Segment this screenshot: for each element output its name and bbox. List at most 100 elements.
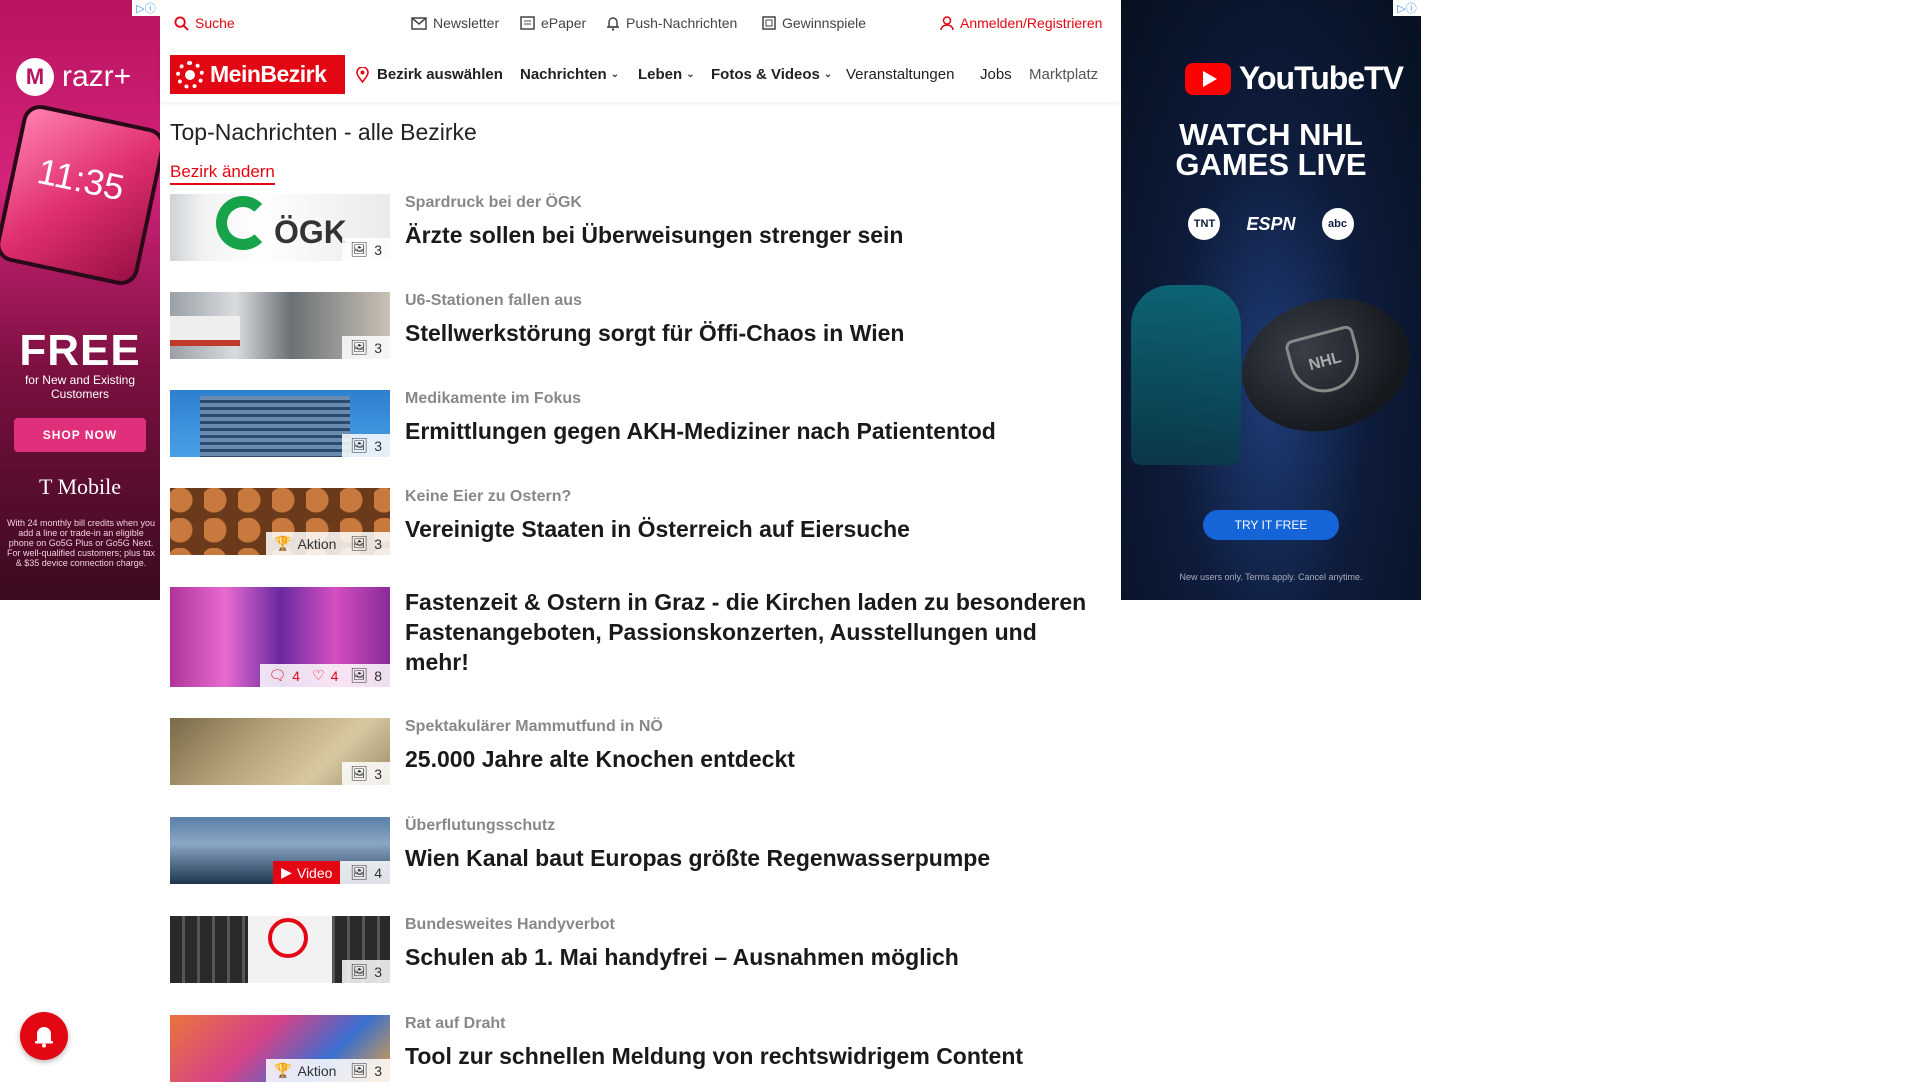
article-thumbnail[interactable]: 🖼 3 bbox=[170, 390, 390, 457]
newsletter-link[interactable]: Newsletter bbox=[411, 15, 499, 31]
ad-fine-print: New users only. Terms apply. Cancel anyt… bbox=[1179, 572, 1363, 582]
epaper-link[interactable]: ePaper bbox=[520, 15, 586, 31]
search-icon bbox=[174, 15, 189, 31]
oegk-logo-icon bbox=[216, 196, 270, 250]
photo-icon: 🖼 bbox=[350, 1062, 369, 1078]
meinbezirk-logo[interactable]: MeinBezirk bbox=[170, 55, 345, 94]
try-it-free-button[interactable]: TRY IT FREE bbox=[1203, 510, 1339, 540]
gift-icon bbox=[762, 16, 776, 30]
article-title[interactable]: Wien Kanal baut Europas größte Regenwass… bbox=[405, 843, 1105, 873]
chevron-down-icon: ⌄ bbox=[823, 69, 833, 80]
article-thumbnail[interactable]: 🖼 3 bbox=[170, 292, 390, 359]
login-label: Anmelden/Registrieren bbox=[960, 15, 1103, 31]
article-item[interactable]: 🖼 3 Spektakulärer Mammutfund in NÖ 25.000… bbox=[170, 718, 1110, 788]
push-link[interactable]: Push-Nachrichten bbox=[606, 15, 737, 31]
article-item[interactable]: 🏆 Aktion 🖼 3 Rat auf Draht Tool zur schnel… bbox=[170, 1015, 1110, 1085]
photo-count: 3 bbox=[374, 535, 382, 552]
hockey-player-image bbox=[1131, 285, 1241, 465]
article-item[interactable]: 🖼 3 Bundesweites Handyverbot Schulen ab 1… bbox=[170, 916, 1110, 986]
article-item[interactable]: ÖGK 🖼 3 Spardruck bei der ÖGK Ärzte solle… bbox=[170, 194, 1110, 264]
article-thumbnail[interactable]: 🖼 3 bbox=[170, 916, 390, 983]
article-item[interactable]: 🖼 3 U6-Stationen fallen aus Stellwerkstör… bbox=[170, 292, 1110, 362]
espn-logo-icon: ESPN bbox=[1246, 213, 1296, 234]
shop-now-button[interactable]: SHOP NOW bbox=[14, 418, 146, 452]
nav-item-jobs[interactable]: Jobs bbox=[980, 66, 1012, 83]
login-link[interactable]: Anmelden/Registrieren bbox=[940, 15, 1102, 31]
media-badge: 🖼 3 bbox=[342, 238, 390, 261]
ad-headline-line: GAMES LIVE bbox=[1175, 147, 1367, 182]
heart-icon: ♡ bbox=[312, 667, 325, 683]
nhl-logo-icon: NHL bbox=[1283, 324, 1367, 401]
main-navigation: MeinBezirk Bezirk auswählen Nachrichten ⌄… bbox=[160, 46, 1121, 102]
right-ad-banner[interactable]: ▷ⓘ YouTubeTV WATCH NHL GAMES LIVE TNT ES… bbox=[1121, 0, 1421, 600]
article-kicker: Überflutungsschutz bbox=[405, 817, 556, 834]
nav-item-label: Nachrichten bbox=[520, 66, 607, 83]
trophy-icon: 🏆 bbox=[274, 1062, 292, 1078]
media-badge: 🗨 4 ♡ 4 🖼 8 bbox=[260, 664, 390, 687]
change-bezirk-link[interactable]: Bezirk ändern bbox=[170, 162, 275, 185]
notification-bell-button[interactable] bbox=[20, 1012, 68, 1060]
article-thumbnail[interactable]: ÖGK 🖼 3 bbox=[170, 194, 390, 261]
article-item[interactable]: 🗨 4 ♡ 4 🖼 8 Fastenzeit & Ostern in Graz - d… bbox=[170, 587, 1110, 687]
video-label: Video bbox=[296, 864, 333, 881]
article-title[interactable]: Fastenzeit & Ostern in Graz - die Kirche… bbox=[405, 587, 1105, 677]
ad-brand-text: razr+ bbox=[62, 60, 132, 93]
network-logos: TNT ESPN abc bbox=[1121, 208, 1421, 240]
article-title[interactable]: Stellwerkstörung sorgt für Öffi-Chaos in… bbox=[405, 318, 1105, 348]
article-item[interactable]: 🖼 3 Medikamente im Fokus Ermittlungen geg… bbox=[170, 390, 1110, 460]
left-ad-banner[interactable]: ▷ⓘ M razr+ 11:35 FREE for New and Existi… bbox=[0, 0, 160, 600]
article-kicker: Keine Eier zu Ostern? bbox=[405, 488, 572, 505]
ad-fine-print: With 24 monthly bill credits when you ad… bbox=[6, 518, 156, 568]
article-thumbnail[interactable]: 🖼 3 bbox=[170, 718, 390, 785]
main-column: Suche Newsletter ePaper Push-Nachrichten… bbox=[160, 0, 1121, 1082]
epaper-label: ePaper bbox=[541, 15, 587, 31]
article-title[interactable]: Schulen ab 1. Mai handyfrei – Ausnahmen … bbox=[405, 942, 1105, 972]
top-utility-bar: Suche Newsletter ePaper Push-Nachrichten… bbox=[160, 0, 1121, 46]
article-title[interactable]: Ärzte sollen bei Überweisungen strenger … bbox=[405, 220, 1105, 250]
photo-icon: 🖼 bbox=[350, 667, 369, 683]
article-item[interactable]: ▶ Video 🖼 4 Überflutungsschutz Wien Kanal … bbox=[170, 817, 1110, 887]
article-title[interactable]: Vereinigte Staaten in Österreich auf Eie… bbox=[405, 514, 1105, 544]
play-icon: ▶ bbox=[281, 864, 292, 880]
gewinnspiele-link[interactable]: Gewinnspiele bbox=[762, 15, 866, 31]
photo-icon: 🖼 bbox=[350, 963, 369, 979]
article-title[interactable]: Ermittlungen gegen AKH-Mediziner nach Pa… bbox=[405, 416, 1105, 446]
media-badge: 🖼 3 bbox=[342, 434, 390, 457]
nav-item-label: Leben bbox=[638, 66, 683, 83]
nav-item-fotos-videos[interactable]: Fotos & Videos ⌄ bbox=[711, 66, 832, 83]
trophy-icon: 🏆 bbox=[274, 535, 292, 551]
article-title[interactable]: 25.000 Jahre alte Knochen entdeckt bbox=[405, 744, 1105, 774]
article-title[interactable]: Tool zur schnellen Meldung von rechtswid… bbox=[405, 1041, 1105, 1071]
location-pin-icon bbox=[356, 66, 369, 83]
article-thumbnail[interactable]: 🏆 Aktion 🖼 3 bbox=[170, 1015, 390, 1082]
bezirk-select[interactable]: Bezirk auswählen bbox=[356, 66, 503, 83]
youtube-play-icon bbox=[1185, 62, 1231, 95]
article-item[interactable]: 🏆 Aktion 🖼 3 Keine Eier zu Ostern? Vereini… bbox=[170, 488, 1110, 558]
video-badge: ▶ Video bbox=[273, 861, 341, 884]
nav-item-label: Veranstaltungen bbox=[846, 66, 955, 83]
phone-image: 11:35 bbox=[0, 101, 160, 289]
article-thumbnail[interactable]: 🗨 4 ♡ 4 🖼 8 bbox=[170, 587, 390, 687]
bell-icon bbox=[35, 1027, 53, 1048]
nav-item-leben[interactable]: Leben ⌄ bbox=[638, 66, 695, 83]
photo-count: 3 bbox=[374, 765, 382, 782]
media-badge: 🏆 Aktion 🖼 3 bbox=[266, 532, 390, 555]
hospital-building-image bbox=[200, 396, 350, 457]
nav-item-label: Jobs bbox=[980, 66, 1012, 83]
adchoices-icon[interactable]: ▷ⓘ bbox=[1393, 0, 1421, 16]
article-thumbnail[interactable]: ▶ Video 🖼 4 bbox=[170, 817, 390, 884]
search-link[interactable]: Suche bbox=[174, 15, 235, 31]
tnt-logo-icon: TNT bbox=[1188, 208, 1221, 240]
article-kicker: Bundesweites Handyverbot bbox=[405, 916, 615, 933]
photo-count: 8 bbox=[374, 667, 382, 684]
nav-item-marktplatz[interactable]: Marktplatz bbox=[1029, 66, 1117, 83]
ad-brand: M razr+ bbox=[16, 58, 131, 96]
nav-item-nachrichten[interactable]: Nachrichten ⌄ bbox=[520, 66, 619, 83]
newsletter-label: Newsletter bbox=[433, 15, 500, 31]
push-label: Push-Nachrichten bbox=[626, 15, 738, 31]
article-thumbnail[interactable]: 🏆 Aktion 🖼 3 bbox=[170, 488, 390, 555]
adchoices-icon[interactable]: ▷ⓘ bbox=[132, 0, 160, 16]
youtube-tv-logo: YouTubeTV bbox=[1185, 60, 1404, 97]
photo-icon: 🖼 bbox=[350, 241, 369, 257]
nav-item-veranstaltungen[interactable]: Veranstaltungen bbox=[846, 66, 954, 83]
